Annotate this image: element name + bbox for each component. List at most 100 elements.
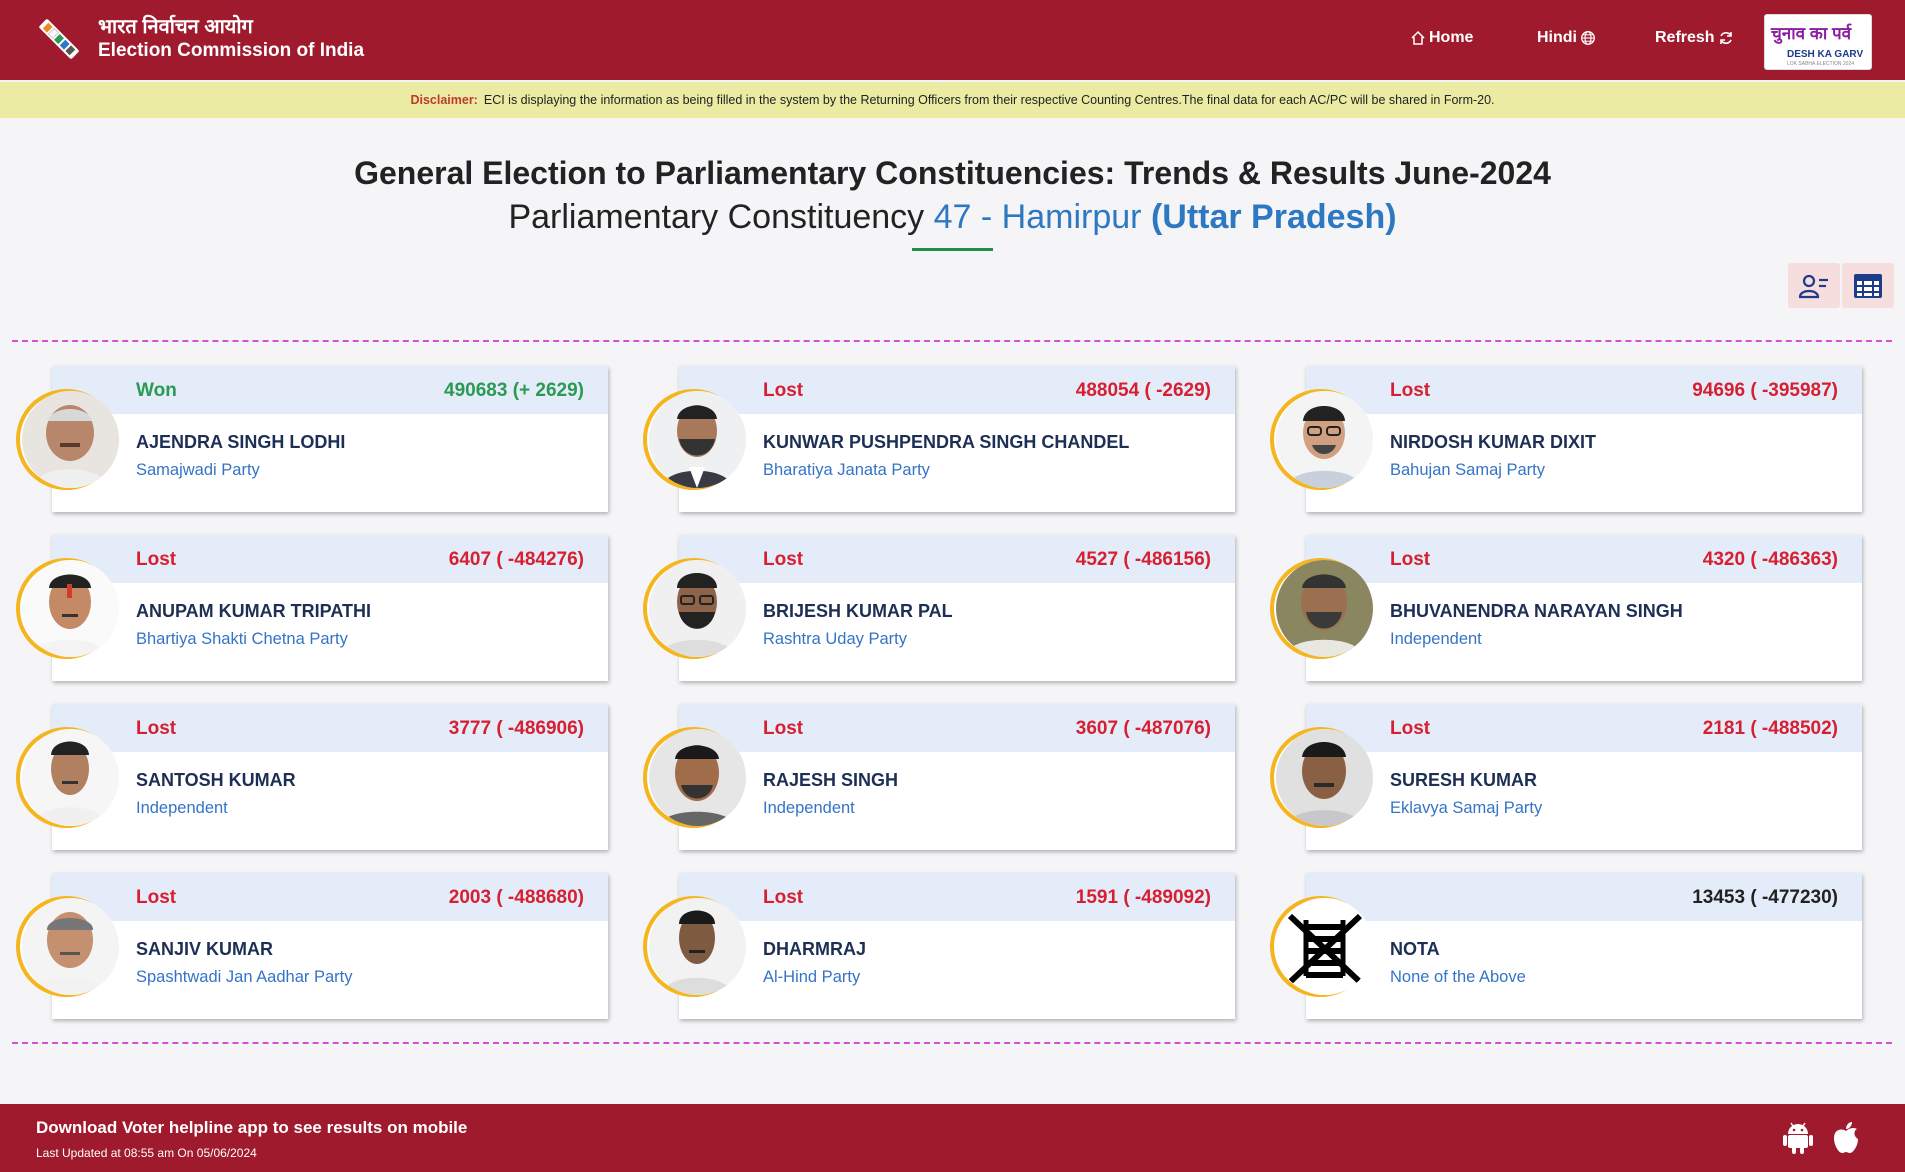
title-underline: [912, 248, 993, 251]
result-status: Won: [136, 380, 177, 401]
party-name: Eklavya Samaj Party: [1390, 799, 1543, 817]
brand-title-hindi: भारत निर्वाचन आयोग: [98, 16, 253, 38]
badge-english-text: DESH KA GARV: [1787, 49, 1864, 60]
disclaimer-bar: Disclaimer: ECI is displaying the informa…: [0, 82, 1905, 118]
candidate-card[interactable]: Lost 2003 ( -488680) SANJIV KUMAR Spasht…: [0, 873, 627, 1021]
globe-icon: [1581, 31, 1595, 45]
candidate-name: SURESH KUMAR: [1390, 770, 1538, 790]
table-icon: [1854, 273, 1882, 298]
candidate-name: KUNWAR PUSHPENDRA SINGH CHANDEL: [763, 432, 1130, 452]
candidate-name: NIRDOSH KUMAR DIXIT: [1390, 432, 1596, 452]
constituency-title: Parliamentary Constituency 47 - Hamirpur…: [0, 198, 1905, 237]
page-title: General Election to Parliamentary Consti…: [354, 155, 1551, 191]
footer-bar: Download Voter helpline app to see resul…: [0, 1104, 1905, 1172]
result-status: Lost: [136, 718, 177, 739]
candidate-name: BHUVANENDRA NARAYAN SINGH: [1390, 601, 1683, 621]
vote-count: 4320 ( -486363): [1702, 549, 1838, 570]
vote-count: 1591 ( -489092): [1075, 887, 1211, 908]
party-name: Bahujan Samaj Party: [1390, 461, 1546, 479]
candidate-card[interactable]: Lost 1591 ( -489092) DHARMRAJ Al-Hind Pa…: [627, 873, 1254, 1021]
vote-count: 2181 ( -488502): [1702, 718, 1838, 739]
brand-title-english: Election Commission of India: [98, 40, 365, 61]
vote-count: 6407 ( -484276): [448, 549, 584, 570]
badge-subtitle-text: LOK SABHA ELECTION 2024: [1787, 61, 1854, 67]
candidate-photo: [22, 729, 119, 826]
result-status: Lost: [763, 718, 804, 739]
candidate-card[interactable]: Lost 4320 ( -486363) BHUVANENDRA NARAYAN…: [1254, 535, 1881, 683]
party-name: Rashtra Uday Party: [763, 630, 907, 648]
candidate-card[interactable]: Lost 6407 ( -484276) ANUPAM KUMAR TRIPAT…: [0, 535, 627, 683]
result-status: Lost: [136, 549, 177, 570]
candidate-name: DHARMRAJ: [763, 939, 866, 959]
nav-home-link[interactable]: Home: [1407, 29, 1473, 47]
party-name: Al-Hind Party: [763, 968, 861, 986]
disclaimer-text: ECI is displaying the information as bei…: [483, 93, 1495, 107]
vote-count: 3607 ( -487076): [1075, 718, 1211, 739]
candidate-card[interactable]: Lost 2181 ( -488502) SURESH KUMAR Eklavy…: [1254, 704, 1881, 852]
candidate-photo: [649, 898, 746, 995]
party-name: Independent: [136, 799, 228, 817]
candidate-photo: [1276, 729, 1373, 826]
candidate-card[interactable]: Won 490683 (+ 2629) AJENDRA SINGH LODHI …: [0, 366, 627, 514]
result-status: Lost: [1390, 380, 1431, 401]
vote-count: 13453 ( -477230): [1692, 887, 1838, 908]
eci-brand[interactable]: भारत निर्वाचन आयोग Election Commission o…: [32, 12, 364, 66]
result-status: Lost: [1390, 718, 1431, 739]
vote-count: 2003 ( -488680): [448, 887, 584, 908]
nota-symbol-icon: [1276, 898, 1373, 995]
nota-card[interactable]: 13453 ( -477230) NOTA None of the Above: [1254, 873, 1881, 1021]
party-name: Independent: [763, 799, 855, 817]
party-name: Bharatiya Janata Party: [763, 461, 930, 479]
candidate-photo: [649, 729, 746, 826]
candidate-card[interactable]: Lost 3777 ( -486906) SANTOSH KUMAR Indep…: [0, 704, 627, 852]
vote-count: 94696 ( -395987): [1692, 380, 1838, 401]
result-status: Lost: [136, 887, 177, 908]
state-name: (Uttar Pradesh): [1150, 198, 1397, 236]
footer-app-promo: Download Voter helpline app to see resul…: [36, 1118, 468, 1137]
refresh-label: Refresh: [1655, 29, 1715, 46]
candidate-photo: [1276, 560, 1373, 657]
party-name: Samajwadi Party: [136, 461, 260, 479]
candidate-name: SANJIV KUMAR: [136, 939, 274, 959]
candidate-name: SANTOSH KUMAR: [136, 770, 296, 790]
candidate-photo: [649, 560, 746, 657]
party-name: Spashtwadi Jan Aadhar Party: [136, 968, 353, 986]
eci-logo-icon: [32, 12, 86, 66]
party-name: Independent: [1390, 630, 1482, 648]
constituency-prefix: Parliamentary Constituency: [508, 198, 925, 236]
bottom-divider: [12, 1042, 1892, 1044]
candidate-card[interactable]: Lost 94696 ( -395987) NIRDOSH KUMAR DIXI…: [1254, 366, 1881, 514]
candidate-card[interactable]: Lost 488054 ( -2629) KUNWAR PUSHPENDRA S…: [627, 366, 1254, 514]
vote-count: 490683 (+ 2629): [444, 380, 584, 401]
candidate-card[interactable]: Lost 4527 ( -486156) BRIJESH KUMAR PAL R…: [627, 535, 1254, 683]
candidate-photo: [649, 391, 746, 488]
result-status: Lost: [763, 887, 804, 908]
result-status: Lost: [763, 549, 804, 570]
nav-home-label: Home: [1429, 29, 1474, 46]
desh-ka-garv-logo: चुनाव का पर्व DESH KA GARV LOK SABHA ELE…: [1764, 14, 1872, 70]
top-header-bar: भारत निर्वाचन आयोग Election Commission o…: [0, 0, 1905, 80]
constituency-name: 47 - Hamirpur: [933, 198, 1142, 236]
android-icon[interactable]: [1782, 1120, 1814, 1154]
table-view-button[interactable]: [1842, 263, 1894, 308]
result-status: Lost: [1390, 549, 1431, 570]
nav-hindi-label: Hindi: [1537, 29, 1577, 46]
home-icon: [1411, 30, 1425, 45]
vote-count: 488054 ( -2629): [1075, 380, 1211, 401]
refresh-icon: [1719, 32, 1732, 44]
result-status: Lost: [763, 380, 804, 401]
apple-icon[interactable]: [1830, 1120, 1862, 1154]
badge-hindi-text: चुनाव का पर्व: [1771, 24, 1852, 43]
candidate-name: NOTA: [1390, 939, 1440, 959]
candidate-photo: [1276, 391, 1373, 488]
candidate-name: AJENDRA SINGH LODHI: [136, 432, 346, 452]
disclaimer-label: Disclaimer:: [410, 93, 478, 107]
candidate-photo: [22, 391, 119, 488]
top-divider: [12, 340, 1892, 342]
candidate-card[interactable]: Lost 3607 ( -487076) RAJESH SINGH Indepe…: [627, 704, 1254, 852]
nav-hindi-link[interactable]: Hindi: [1537, 29, 1599, 47]
footer-last-updated: Last Updated at 08:55 am On 05/06/2024: [36, 1146, 257, 1160]
refresh-button[interactable]: Refresh: [1655, 29, 1737, 47]
candidate-view-button[interactable]: [1788, 263, 1840, 308]
vote-count: 4527 ( -486156): [1075, 549, 1211, 570]
